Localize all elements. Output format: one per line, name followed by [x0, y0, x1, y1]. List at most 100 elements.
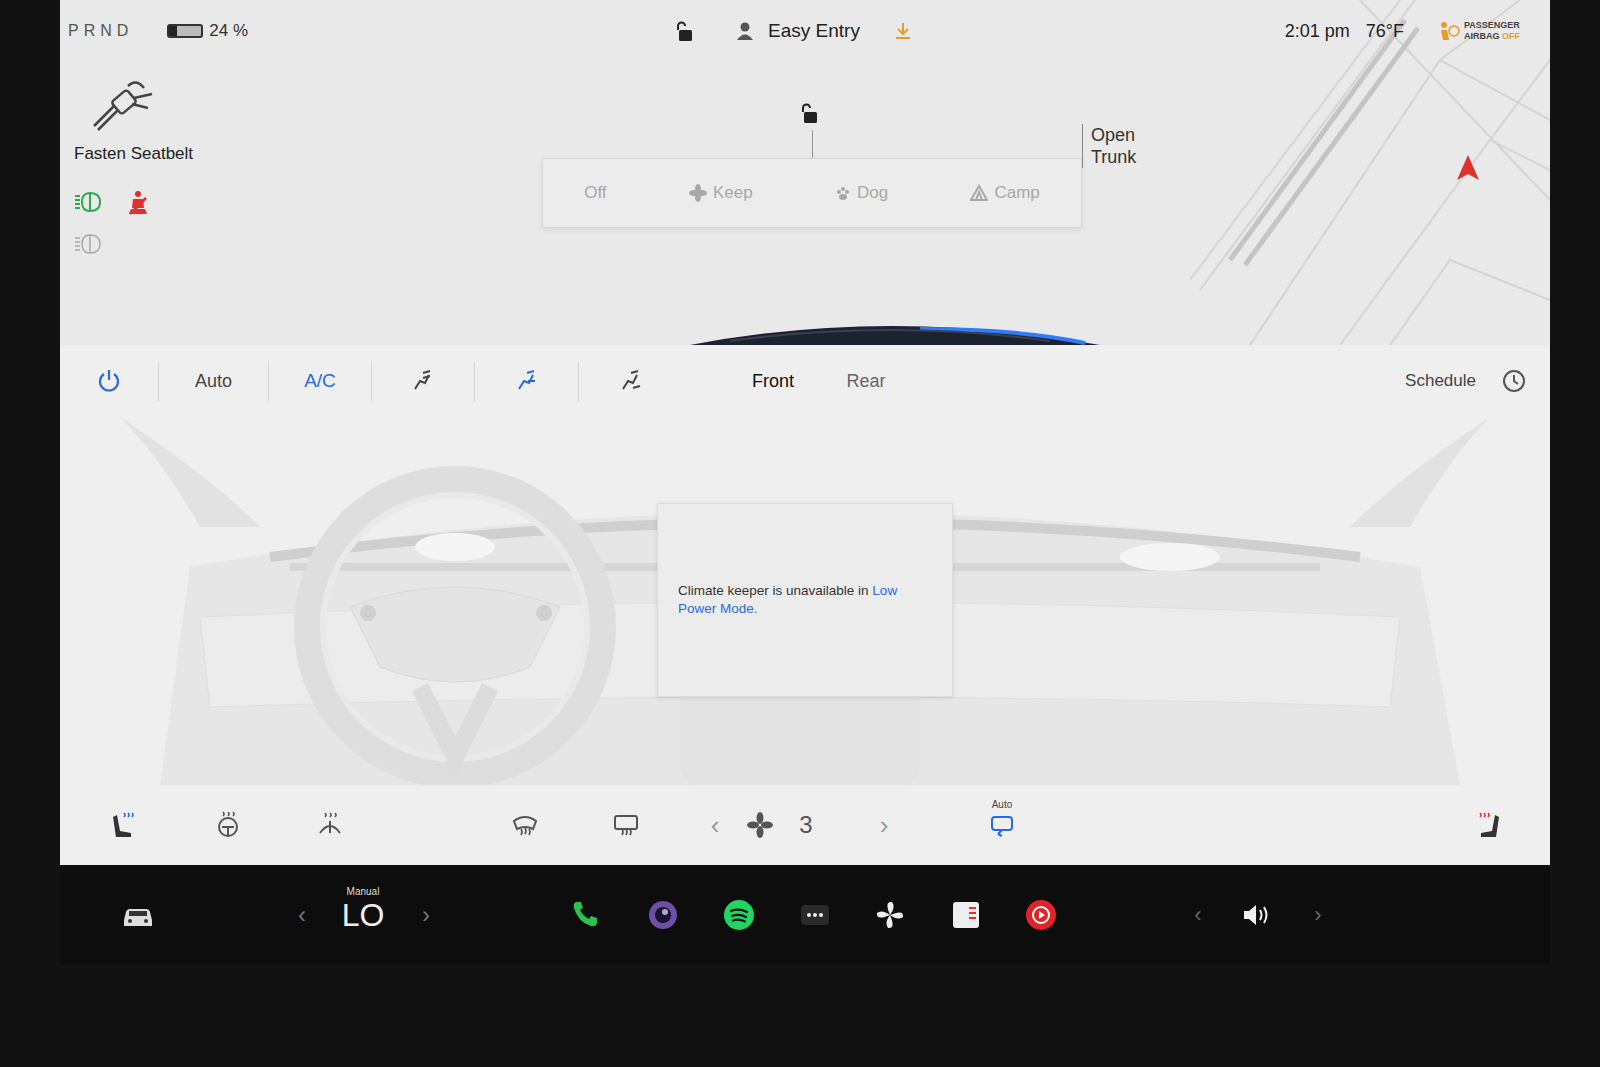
lock-icon[interactable]: [801, 102, 823, 126]
recirculate-label: Auto: [992, 799, 1013, 810]
climate-controls: ‹ 3 › Auto: [60, 785, 1550, 865]
wiper-defrost-icon: [316, 811, 344, 839]
phone-app[interactable]: [561, 899, 611, 931]
seat-left-button[interactable]: [100, 811, 150, 839]
fan-app[interactable]: [865, 899, 915, 931]
camera-app[interactable]: [638, 899, 688, 931]
seat-left-icon: [111, 811, 139, 839]
mode-option[interactable]: Dog: [825, 175, 898, 211]
seatbelt-warning: Fasten Seatbelt: [74, 144, 274, 164]
notes-icon: [950, 899, 982, 931]
unlock-icon[interactable]: [676, 20, 696, 42]
trunk-button[interactable]: OpenTrunk: [1082, 124, 1350, 168]
download-icon[interactable]: [894, 21, 912, 41]
mode-option[interactable]: Keep: [679, 175, 763, 211]
trunk-label: Trunk: [1091, 146, 1350, 168]
fan-icon: [747, 812, 773, 838]
map[interactable]: [1190, 0, 1550, 345]
spotify-app[interactable]: [714, 899, 764, 931]
seat-right-button[interactable]: [1462, 811, 1512, 839]
mode-option[interactable]: Off: [574, 175, 616, 211]
status-center: Easy Entry: [676, 20, 912, 42]
mode-label: Camp: [994, 183, 1039, 203]
airbag-state: OFF: [1502, 31, 1520, 41]
fan-speed-icon-wrap: [742, 812, 778, 838]
seat-right-icon: [1473, 811, 1501, 839]
mode-label: Dog: [857, 183, 888, 203]
power-icon[interactable]: [97, 369, 121, 393]
car-model: [690, 321, 1100, 345]
youtube-icon: [1025, 899, 1057, 931]
profile-icon[interactable]: [736, 21, 754, 41]
profile-name[interactable]: Easy Entry: [768, 20, 860, 42]
airbag-label: PASSENGER: [1464, 20, 1520, 31]
power-button[interactable]: [60, 361, 158, 401]
alerts: Fasten Seatbelt: [60, 62, 274, 345]
airbag-badge: PASSENGERAIRBAG OFF: [1438, 20, 1520, 42]
airflow-icon: [515, 369, 539, 393]
volume-increase[interactable]: ›: [1305, 902, 1331, 928]
auto-high-beam-indicator-icon: [74, 232, 102, 258]
front-defrost-button[interactable]: [500, 811, 550, 839]
clock: 2:01 pm: [1285, 21, 1350, 42]
fan-speed-value: 3: [799, 811, 812, 839]
phone-icon: [570, 899, 602, 931]
status-bar: PRND24 %Easy Entry2:01 pm76°FPASSENGERAI…: [60, 0, 1550, 62]
battery-icon: [167, 24, 203, 38]
youtube-app[interactable]: [1016, 899, 1066, 931]
temp-increase[interactable]: ›: [413, 901, 439, 929]
climate-panel: Auto A/C Front Rear Schedule Climate keeper i…: [60, 345, 1550, 865]
fan-icon: [689, 184, 707, 202]
fan-decrease[interactable]: ‹: [700, 810, 730, 841]
temp-mode: Manual: [347, 886, 380, 897]
schedule-button[interactable]: Schedule: [1405, 369, 1550, 393]
auto-button[interactable]: Auto: [158, 361, 268, 401]
volume-button[interactable]: [1236, 900, 1276, 930]
recirculate-button[interactable]: Auto: [977, 799, 1027, 838]
temp-decrease[interactable]: ‹: [289, 901, 315, 929]
message-text: Climate keeper is unavailable in Low Pow…: [678, 582, 932, 618]
status-right: 2:01 pm76°FPASSENGERAIRBAG OFF: [912, 20, 1520, 42]
airflow-icon: [619, 369, 643, 393]
mode-label: Keep: [713, 183, 753, 203]
airflow-button[interactable]: [578, 361, 683, 401]
spotify-icon: [723, 899, 755, 931]
schedule-label: Schedule: [1405, 371, 1476, 391]
airbag-line: AIRBAG OFF: [1464, 31, 1520, 42]
airflow-button[interactable]: [474, 361, 578, 401]
fan-increase[interactable]: ›: [869, 810, 899, 841]
paw-icon: [835, 185, 851, 201]
volume-decrease[interactable]: ‹: [1185, 902, 1211, 928]
recirculate-icon: [990, 814, 1014, 838]
car-icon: [120, 902, 156, 928]
zone-tab[interactable]: Rear: [818, 361, 914, 401]
arrow: ‹: [1194, 902, 1201, 928]
more-app[interactable]: [790, 899, 840, 931]
auto-label: Auto: [195, 371, 232, 392]
modes-row: OffKeepDogCampOpenTrunk: [274, 158, 1350, 228]
fan-speed: 3: [791, 811, 821, 839]
car-button[interactable]: [113, 902, 163, 928]
steering-heat-icon: [214, 811, 242, 839]
notes-app[interactable]: [941, 899, 991, 931]
temperature-control[interactable]: ManualLO: [328, 886, 398, 933]
zone-tab[interactable]: Front: [728, 361, 818, 401]
car-view-panel: PRND24 %Easy Entry2:01 pm76°FPASSENGERAI…: [60, 0, 1550, 345]
car-view: Fasten Seatbelt Off Keep Dog Camp OpenTrunk: [60, 62, 1550, 345]
cabin-view: Climate keeper is unavailable in Low Pow…: [60, 417, 1550, 785]
ac-label: A/C: [304, 370, 336, 392]
ac-button[interactable]: A/C: [268, 361, 371, 401]
battery-reading: 24 %: [209, 21, 248, 41]
airflow-button[interactable]: [371, 361, 474, 401]
temperature: LO: [342, 897, 385, 933]
mode-option[interactable]: Camp: [960, 175, 1049, 211]
steering-heat-button[interactable]: [203, 811, 253, 839]
zone-label: Front: [752, 371, 794, 392]
seatbelt-warning-icon: [84, 74, 160, 134]
clock-icon: [1502, 369, 1526, 393]
mode-label: Off: [584, 183, 606, 203]
rear-defrost-button[interactable]: [601, 811, 651, 839]
arrow: ‹: [711, 810, 720, 841]
wiper-defrost-button[interactable]: [305, 811, 355, 839]
volume-icon: [1241, 900, 1271, 930]
